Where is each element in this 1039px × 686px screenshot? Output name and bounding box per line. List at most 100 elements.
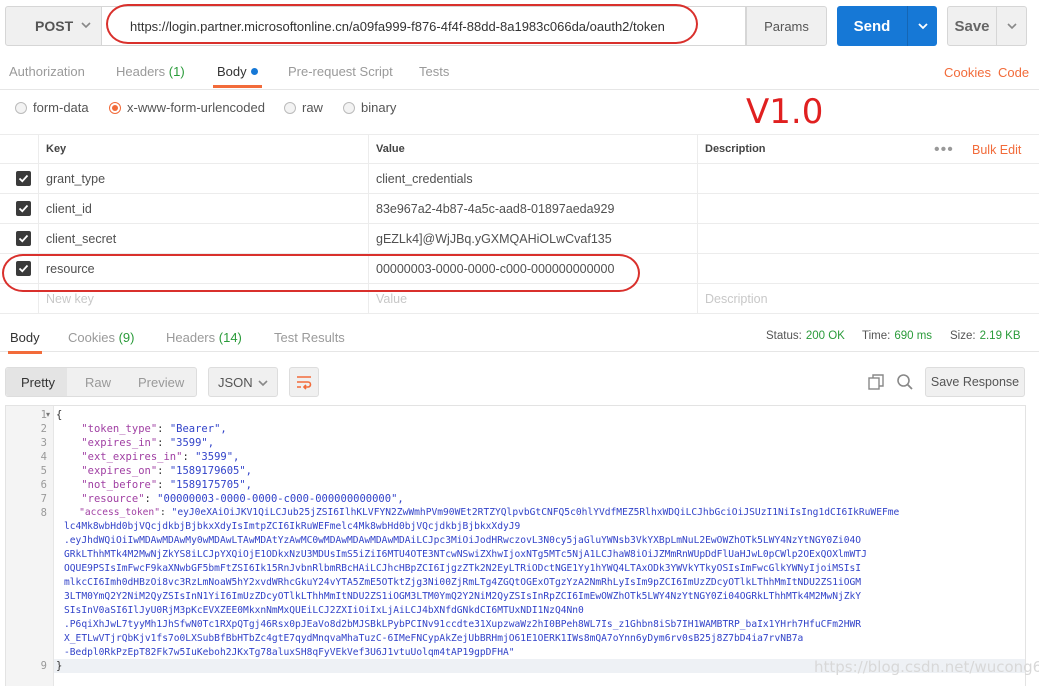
url-text: https://login.partner.microsoftonline.cn… xyxy=(130,18,665,34)
radio-circle xyxy=(109,101,121,114)
line-number: 8 xyxy=(40,507,47,519)
row-checkbox[interactable] xyxy=(16,231,31,246)
code-line: "not_before": "1589175705", xyxy=(81,479,252,491)
chevron-down-icon xyxy=(1006,23,1017,30)
table-row: grant_type client_credentials xyxy=(0,164,1039,194)
url-input[interactable]: https://login.partner.microsoftonline.cn… xyxy=(102,6,746,46)
table-row: client_secret gEZLk4]@WjJBq.yGXMQAHiOLwC… xyxy=(0,224,1039,254)
json-key: "expires_in" xyxy=(81,437,158,449)
new-key-input[interactable]: New key xyxy=(38,284,368,313)
table-row-new: New key Value Description xyxy=(0,284,1039,314)
format-select[interactable]: JSON xyxy=(208,367,278,397)
code-line-wrapped: .P6qiXhJwL7tyyMh1JhSfwN0Tc1RXpQTgj46Rsx0… xyxy=(64,619,862,630)
resp-tab-cookies[interactable]: Cookies (9) xyxy=(68,330,134,345)
save-button[interactable]: Save xyxy=(947,6,997,46)
response-body-viewer[interactable]: 1 ▾ 2 3 4 5 6 7 8 9 { "token_type": "Bea… xyxy=(5,405,1026,686)
save-response-button[interactable]: Save Response xyxy=(925,367,1025,397)
code-line: "token_type": "Bearer", xyxy=(81,423,227,435)
tab-headers[interactable]: Headers (1) xyxy=(116,64,185,79)
radio-binary[interactable]: binary xyxy=(343,100,396,115)
param-description[interactable] xyxy=(697,164,1039,193)
fold-arrow-icon[interactable]: ▾ xyxy=(46,410,50,419)
tab-body[interactable]: Body xyxy=(213,64,262,88)
search-icon xyxy=(897,374,913,390)
param-key[interactable]: resource xyxy=(38,254,368,283)
pretty-button[interactable]: Pretty xyxy=(21,375,55,390)
radio-label: binary xyxy=(361,100,397,115)
code-line: "expires_on": "1589179605", xyxy=(81,465,252,477)
code-line-wrapped: .eyJhdWQiOiIwMDAwMDAwMy0wMDAwLTAwMDAtYzA… xyxy=(64,535,862,546)
more-options-icon[interactable]: ••• xyxy=(934,141,954,159)
param-description[interactable] xyxy=(697,254,1039,283)
radio-raw[interactable]: raw xyxy=(284,100,323,115)
method-label: POST xyxy=(35,18,74,34)
param-description[interactable] xyxy=(697,224,1039,253)
json-value: "1589175705", xyxy=(169,479,252,491)
param-key[interactable]: client_id xyxy=(38,194,368,223)
bulk-edit-link[interactable]: Bulk Edit xyxy=(972,143,1021,157)
radio-circle xyxy=(343,101,355,114)
code-line: { xyxy=(56,409,63,421)
param-value[interactable]: gEZLk4]@WjJBq.yGXMQAHiOLwCvaf135 xyxy=(368,224,698,253)
code-line-wrapped: GRkLThhMTk4M2MwNjZkYS8iLCJpYXQiOjE1ODkxN… xyxy=(64,549,867,560)
search-button[interactable] xyxy=(893,370,917,394)
line-number: 4 xyxy=(40,451,47,463)
tab-authorization[interactable]: Authorization xyxy=(9,64,85,79)
params-button[interactable]: Params xyxy=(746,6,827,46)
method-select[interactable]: POST xyxy=(5,6,102,46)
preview-button[interactable]: Preview xyxy=(138,375,184,390)
save-dropdown-button[interactable] xyxy=(997,6,1027,46)
json-value: "3599", xyxy=(195,451,240,463)
param-value[interactable]: 83e967a2-4b87-4a5c-aad8-01897aeda929 xyxy=(368,194,698,223)
raw-button[interactable]: Raw xyxy=(85,375,111,390)
header-value: Value xyxy=(368,135,698,163)
radio-circle xyxy=(284,101,296,114)
code-line-wrapped: lc4Mk8wbHd0bjVQcjdkbjBjbkxXdyIsImtpZCI6I… xyxy=(64,521,521,532)
code-line: "expires_in": "3599", xyxy=(81,437,215,449)
param-key[interactable]: grant_type xyxy=(38,164,368,193)
size-label: Size: xyxy=(950,330,976,342)
param-value[interactable]: client_credentials xyxy=(368,164,698,193)
radio-label: x-www-form-urlencoded xyxy=(127,100,265,115)
code-line: "resource": "00000003-0000-0000-c000-000… xyxy=(81,493,404,505)
row-checkbox[interactable] xyxy=(16,261,31,276)
resp-tab-headers[interactable]: Headers (14) xyxy=(166,330,242,345)
param-value[interactable]: 00000003-0000-0000-c000-000000000000 xyxy=(368,254,698,283)
json-key: "not_before" xyxy=(81,479,158,491)
send-label: Send xyxy=(853,17,891,35)
row-checkbox[interactable] xyxy=(16,171,31,186)
cookies-link[interactable]: Cookies xyxy=(944,65,991,80)
check-icon xyxy=(18,204,29,213)
send-button[interactable]: Send xyxy=(837,6,907,46)
radio-urlencoded[interactable]: x-www-form-urlencoded xyxy=(109,100,265,115)
copy-button[interactable] xyxy=(864,370,888,394)
row-checkbox[interactable] xyxy=(16,201,31,216)
line-number-gutter: 1 ▾ 2 3 4 5 6 7 8 9 xyxy=(6,406,54,686)
code-link[interactable]: Code xyxy=(998,65,1029,80)
resp-tab-body[interactable]: Body xyxy=(8,330,42,354)
view-mode-segmented: Pretty Raw Preview xyxy=(5,367,197,397)
resp-tab-headers-count: (14) xyxy=(218,330,242,345)
resp-tab-headers-label: Headers xyxy=(166,330,216,345)
tab-tests[interactable]: Tests xyxy=(419,64,449,79)
wrap-lines-button[interactable] xyxy=(289,367,319,397)
send-dropdown-button[interactable] xyxy=(907,6,937,46)
size-indicator: Size: 2.19 KB xyxy=(950,330,1021,342)
code-line: "access_token": "eyJ0eXAiOiJKV1QiLCJub25… xyxy=(79,507,900,518)
radio-form-data[interactable]: form-data xyxy=(15,100,89,115)
json-value: "3599", xyxy=(169,437,215,449)
line-number: 5 xyxy=(40,465,47,477)
radio-label: form-data xyxy=(33,100,89,115)
code-line-wrapped: mlkcCI6Imh0dHBzOi8vc3RzLmNoaW5hY2xvdWRhc… xyxy=(64,577,862,588)
resp-tab-cookies-count: (9) xyxy=(118,330,135,345)
resp-tab-cookies-label: Cookies xyxy=(68,330,115,345)
json-value: "Bearer", xyxy=(169,423,227,435)
resp-tab-test-results[interactable]: Test Results xyxy=(274,330,345,345)
watermark-text: https://blog.csdn.net/wucong60 xyxy=(814,658,1039,676)
param-description[interactable] xyxy=(697,194,1039,223)
new-value-input[interactable]: Value xyxy=(368,284,698,313)
tab-prerequest-script[interactable]: Pre-request Script xyxy=(288,64,393,79)
modified-dot-icon xyxy=(250,68,258,75)
new-description-input[interactable]: Description xyxy=(697,284,1039,313)
param-key[interactable]: client_secret xyxy=(38,224,368,253)
